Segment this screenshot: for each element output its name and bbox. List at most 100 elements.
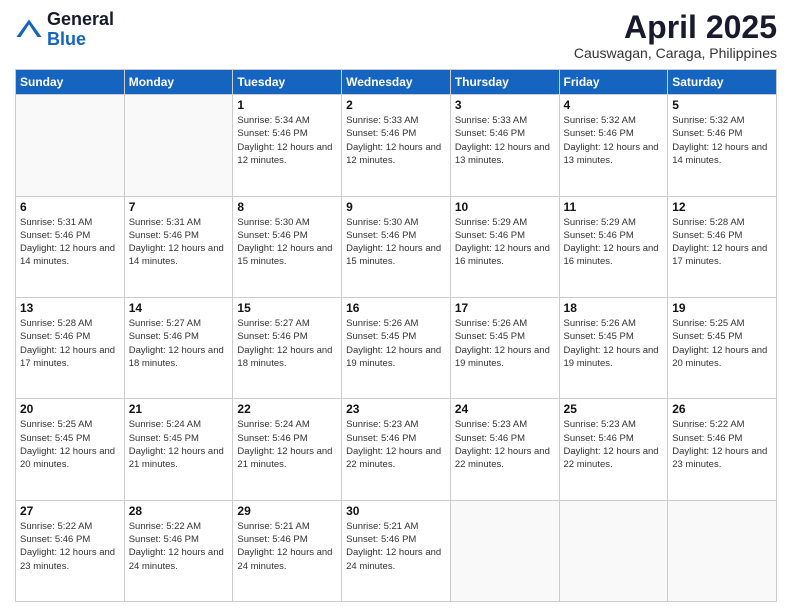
- day-number: 30: [346, 504, 446, 518]
- day-number: 25: [564, 402, 664, 416]
- day-number: 21: [129, 402, 229, 416]
- day-number: 2: [346, 98, 446, 112]
- week-row-2: 6Sunrise: 5:31 AM Sunset: 5:46 PM Daylig…: [16, 196, 777, 297]
- day-number: 1: [237, 98, 337, 112]
- day-of-week-friday: Friday: [559, 70, 668, 95]
- location: Causwagan, Caraga, Philippines: [574, 45, 777, 61]
- day-info: Sunrise: 5:22 AM Sunset: 5:46 PM Dayligh…: [20, 520, 120, 573]
- day-number: 17: [455, 301, 555, 315]
- logo-icon: [15, 16, 43, 44]
- day-info: Sunrise: 5:30 AM Sunset: 5:46 PM Dayligh…: [346, 216, 446, 269]
- day-info: Sunrise: 5:23 AM Sunset: 5:46 PM Dayligh…: [346, 418, 446, 471]
- calendar-cell: 1 Sunrise: 5:34 AM Sunset: 5:46 PM Daylig…: [233, 95, 342, 196]
- calendar-header: SundayMondayTuesdayWednesdayThursdayFrid…: [16, 70, 777, 95]
- day-info: Sunrise: 5:25 AM Sunset: 5:45 PM Dayligh…: [672, 317, 772, 370]
- calendar-cell: [16, 95, 125, 196]
- day-of-week-tuesday: Tuesday: [233, 70, 342, 95]
- calendar: SundayMondayTuesdayWednesdayThursdayFrid…: [15, 69, 777, 602]
- day-info: Sunrise: 5:29 AM Sunset: 5:46 PM Dayligh…: [564, 216, 664, 269]
- day-info: Sunrise: 5:21 AM Sunset: 5:46 PM Dayligh…: [346, 520, 446, 573]
- day-info: Sunrise: 5:33 AM Sunset: 5:46 PM Dayligh…: [346, 114, 446, 167]
- day-of-week-wednesday: Wednesday: [342, 70, 451, 95]
- day-number: 19: [672, 301, 772, 315]
- calendar-cell: 3 Sunrise: 5:33 AM Sunset: 5:46 PM Daylig…: [450, 95, 559, 196]
- day-number: 5: [672, 98, 772, 112]
- calendar-cell: [124, 95, 233, 196]
- calendar-cell: [450, 500, 559, 601]
- calendar-cell: 19 Sunrise: 5:25 AM Sunset: 5:45 PM Dayli…: [668, 297, 777, 398]
- day-info: Sunrise: 5:25 AM Sunset: 5:45 PM Dayligh…: [20, 418, 120, 471]
- day-info: Sunrise: 5:23 AM Sunset: 5:46 PM Dayligh…: [564, 418, 664, 471]
- calendar-cell: 12Sunrise: 5:28 AM Sunset: 5:46 PM Dayli…: [668, 196, 777, 297]
- calendar-cell: [559, 500, 668, 601]
- day-number: 28: [129, 504, 229, 518]
- calendar-cell: 21 Sunrise: 5:24 AM Sunset: 5:45 PM Dayli…: [124, 399, 233, 500]
- calendar-cell: 26Sunrise: 5:22 AM Sunset: 5:46 PM Dayli…: [668, 399, 777, 500]
- calendar-cell: 4Sunrise: 5:32 AM Sunset: 5:46 PM Daylig…: [559, 95, 668, 196]
- day-number: 18: [564, 301, 664, 315]
- calendar-cell: 20 Sunrise: 5:25 AM Sunset: 5:45 PM Dayli…: [16, 399, 125, 500]
- day-info: Sunrise: 5:24 AM Sunset: 5:46 PM Dayligh…: [237, 418, 337, 471]
- day-number: 13: [20, 301, 120, 315]
- day-number: 8: [237, 200, 337, 214]
- week-row-3: 13 Sunrise: 5:28 AM Sunset: 5:46 PM Dayli…: [16, 297, 777, 398]
- day-number: 26: [672, 402, 772, 416]
- day-info: Sunrise: 5:28 AM Sunset: 5:46 PM Dayligh…: [20, 317, 120, 370]
- page: General Blue April 2025 Causwagan, Carag…: [0, 0, 792, 612]
- logo-blue: Blue: [47, 30, 114, 50]
- day-of-week-sunday: Sunday: [16, 70, 125, 95]
- day-info: Sunrise: 5:27 AM Sunset: 5:46 PM Dayligh…: [129, 317, 229, 370]
- calendar-cell: 16Sunrise: 5:26 AM Sunset: 5:45 PM Dayli…: [342, 297, 451, 398]
- title-block: April 2025 Causwagan, Caraga, Philippine…: [574, 10, 777, 61]
- calendar-cell: 11Sunrise: 5:29 AM Sunset: 5:46 PM Dayli…: [559, 196, 668, 297]
- day-number: 29: [237, 504, 337, 518]
- calendar-cell: 17Sunrise: 5:26 AM Sunset: 5:45 PM Dayli…: [450, 297, 559, 398]
- day-number: 15: [237, 301, 337, 315]
- day-info: Sunrise: 5:22 AM Sunset: 5:46 PM Dayligh…: [129, 520, 229, 573]
- calendar-cell: [668, 500, 777, 601]
- calendar-cell: 6Sunrise: 5:31 AM Sunset: 5:46 PM Daylig…: [16, 196, 125, 297]
- calendar-body: 1 Sunrise: 5:34 AM Sunset: 5:46 PM Daylig…: [16, 95, 777, 602]
- calendar-cell: 18 Sunrise: 5:26 AM Sunset: 5:45 PM Dayli…: [559, 297, 668, 398]
- calendar-cell: 13 Sunrise: 5:28 AM Sunset: 5:46 PM Dayli…: [16, 297, 125, 398]
- logo-general: General: [47, 10, 114, 30]
- day-info: Sunrise: 5:26 AM Sunset: 5:45 PM Dayligh…: [564, 317, 664, 370]
- day-info: Sunrise: 5:24 AM Sunset: 5:45 PM Dayligh…: [129, 418, 229, 471]
- day-info: Sunrise: 5:33 AM Sunset: 5:46 PM Dayligh…: [455, 114, 555, 167]
- header: General Blue April 2025 Causwagan, Carag…: [15, 10, 777, 61]
- day-of-week-monday: Monday: [124, 70, 233, 95]
- day-info: Sunrise: 5:23 AM Sunset: 5:46 PM Dayligh…: [455, 418, 555, 471]
- day-info: Sunrise: 5:26 AM Sunset: 5:45 PM Dayligh…: [346, 317, 446, 370]
- calendar-cell: 29Sunrise: 5:21 AM Sunset: 5:46 PM Dayli…: [233, 500, 342, 601]
- day-of-week-thursday: Thursday: [450, 70, 559, 95]
- day-info: Sunrise: 5:31 AM Sunset: 5:46 PM Dayligh…: [129, 216, 229, 269]
- calendar-cell: 9Sunrise: 5:30 AM Sunset: 5:46 PM Daylig…: [342, 196, 451, 297]
- calendar-cell: 14Sunrise: 5:27 AM Sunset: 5:46 PM Dayli…: [124, 297, 233, 398]
- day-info: Sunrise: 5:27 AM Sunset: 5:46 PM Dayligh…: [237, 317, 337, 370]
- month-title: April 2025: [574, 10, 777, 45]
- day-number: 24: [455, 402, 555, 416]
- calendar-cell: 30 Sunrise: 5:21 AM Sunset: 5:46 PM Dayli…: [342, 500, 451, 601]
- logo-text: General Blue: [47, 10, 114, 50]
- day-info: Sunrise: 5:34 AM Sunset: 5:46 PM Dayligh…: [237, 114, 337, 167]
- day-number: 12: [672, 200, 772, 214]
- day-info: Sunrise: 5:30 AM Sunset: 5:46 PM Dayligh…: [237, 216, 337, 269]
- day-of-week-saturday: Saturday: [668, 70, 777, 95]
- calendar-cell: 7 Sunrise: 5:31 AM Sunset: 5:46 PM Daylig…: [124, 196, 233, 297]
- calendar-cell: 24 Sunrise: 5:23 AM Sunset: 5:46 PM Dayli…: [450, 399, 559, 500]
- day-number: 7: [129, 200, 229, 214]
- day-number: 27: [20, 504, 120, 518]
- calendar-cell: 22Sunrise: 5:24 AM Sunset: 5:46 PM Dayli…: [233, 399, 342, 500]
- calendar-cell: 25 Sunrise: 5:23 AM Sunset: 5:46 PM Dayli…: [559, 399, 668, 500]
- calendar-cell: 28 Sunrise: 5:22 AM Sunset: 5:46 PM Dayli…: [124, 500, 233, 601]
- day-info: Sunrise: 5:31 AM Sunset: 5:46 PM Dayligh…: [20, 216, 120, 269]
- day-number: 3: [455, 98, 555, 112]
- calendar-cell: 23 Sunrise: 5:23 AM Sunset: 5:46 PM Dayli…: [342, 399, 451, 500]
- week-row-5: 27 Sunrise: 5:22 AM Sunset: 5:46 PM Dayli…: [16, 500, 777, 601]
- calendar-cell: 15 Sunrise: 5:27 AM Sunset: 5:46 PM Dayli…: [233, 297, 342, 398]
- calendar-cell: 5Sunrise: 5:32 AM Sunset: 5:46 PM Daylig…: [668, 95, 777, 196]
- day-info: Sunrise: 5:29 AM Sunset: 5:46 PM Dayligh…: [455, 216, 555, 269]
- day-number: 20: [20, 402, 120, 416]
- days-of-week-row: SundayMondayTuesdayWednesdayThursdayFrid…: [16, 70, 777, 95]
- day-number: 23: [346, 402, 446, 416]
